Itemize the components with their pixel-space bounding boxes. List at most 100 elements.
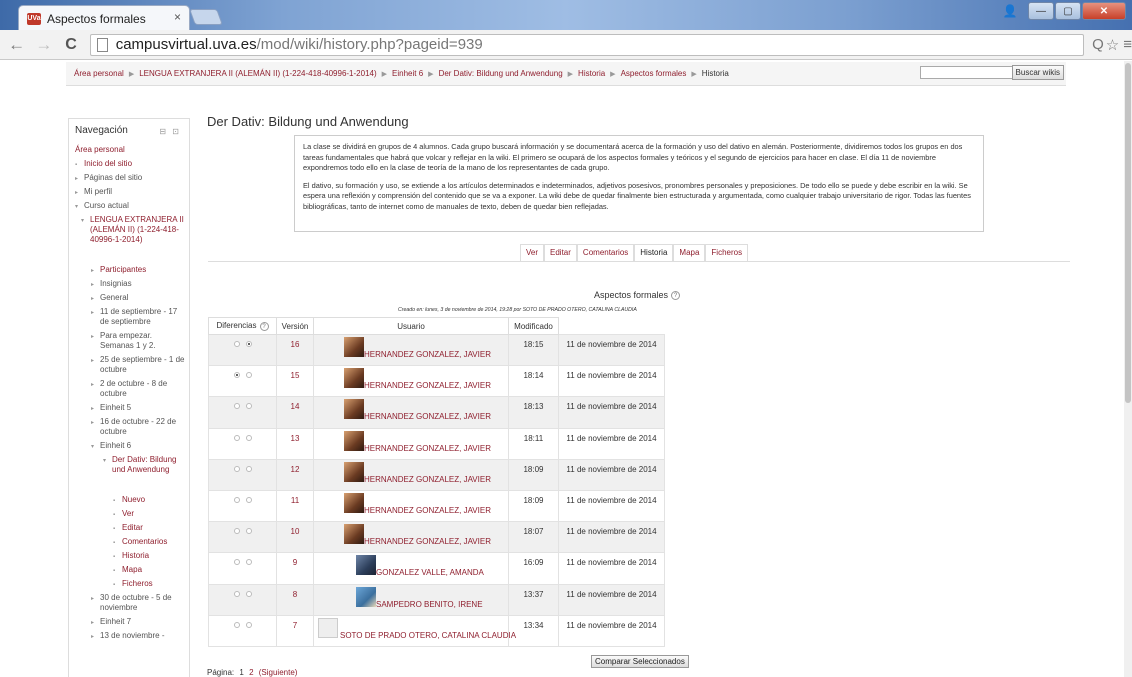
- modified-date: 11 de noviembre de 2014: [558, 583, 665, 616]
- user-link[interactable]: HERNANDEZ GONZALEZ, JAVIER: [364, 444, 491, 453]
- history-header-row: Diferencias? Versión Usuario Modificado: [208, 317, 665, 335]
- avatar[interactable]: [344, 368, 364, 389]
- search-wikis-button[interactable]: Buscar wikis: [1011, 65, 1064, 80]
- version-link[interactable]: 16: [276, 333, 314, 367]
- close-window-icon[interactable]: ✕: [1082, 2, 1126, 20]
- compare-to-radio[interactable]: [245, 465, 252, 472]
- breadcrumb-item[interactable]: Historia: [578, 69, 605, 78]
- tab-editar[interactable]: Editar: [544, 244, 577, 262]
- compare-from-radio[interactable]: [233, 590, 240, 597]
- tab-comentarios[interactable]: Comentarios: [576, 244, 635, 262]
- user-link[interactable]: HERNANDEZ GONZALEZ, JAVIER: [364, 506, 491, 515]
- breadcrumb-item[interactable]: Área personal: [74, 69, 124, 78]
- back-icon[interactable]: ←: [6, 35, 27, 55]
- compare-to-radio[interactable]: [245, 621, 252, 628]
- tab-ficheros[interactable]: Ficheros: [705, 244, 749, 262]
- version-link[interactable]: 8: [276, 583, 314, 616]
- bullet-icon: ▪: [113, 554, 116, 560]
- header-date: [559, 318, 665, 335]
- bullet-icon: ▪: [113, 568, 116, 574]
- browser-tab[interactable]: UVa Aspectos formales ×: [18, 5, 190, 31]
- user-link[interactable]: HERNANDEZ GONZALEZ, JAVIER: [364, 475, 491, 484]
- tab-close-icon[interactable]: ×: [174, 10, 181, 24]
- compare-to-radio[interactable]: [245, 590, 252, 597]
- user-link[interactable]: HERNANDEZ GONZALEZ, JAVIER: [364, 350, 491, 359]
- version-link[interactable]: 7: [276, 614, 314, 647]
- user-cell: HERNANDEZ GONZALEZ, JAVIER: [313, 365, 509, 398]
- user-link[interactable]: HERNANDEZ GONZALEZ, JAVIER: [364, 412, 491, 421]
- intro-paragraph-1: La clase se dividirá en grupos de 4 alum…: [303, 142, 963, 172]
- expanded-icon: ▾: [75, 204, 79, 210]
- tab-mapa[interactable]: Mapa: [673, 244, 706, 262]
- history-table: Diferencias? Versión Usuario Modificado …: [208, 317, 665, 647]
- user-link[interactable]: SAMPEDRO BENITO, IRENE: [376, 600, 483, 609]
- version-link[interactable]: 14: [276, 396, 314, 429]
- avatar[interactable]: [344, 337, 364, 357]
- compare-from-radio[interactable]: [233, 496, 240, 503]
- compare-to-radio[interactable]: [245, 528, 252, 535]
- compare-selected-button[interactable]: Comparar Seleccionados: [591, 655, 689, 668]
- tab-ver[interactable]: Ver: [520, 244, 545, 262]
- version-link[interactable]: 11: [276, 489, 314, 523]
- compare-to-radio[interactable]: [245, 341, 252, 347]
- avatar[interactable]: [344, 430, 364, 451]
- version-link[interactable]: 13: [276, 427, 314, 460]
- collapsed-icon: ▸: [91, 382, 95, 388]
- compare-to-radio[interactable]: [245, 496, 252, 503]
- maximize-icon[interactable]: ▢: [1055, 2, 1081, 20]
- next-page-link[interactable]: (Siguiente): [259, 668, 298, 677]
- breadcrumb-item[interactable]: Aspectos formales: [621, 69, 687, 78]
- new-tab-button[interactable]: [189, 9, 223, 25]
- block-controls-icon[interactable]: ⊟ ⊡: [159, 127, 181, 136]
- modified-time: 18:13: [508, 396, 559, 429]
- user-link[interactable]: HERNANDEZ GONZALEZ, JAVIER: [364, 381, 491, 390]
- compare-from-radio[interactable]: [233, 341, 240, 347]
- compare-to-radio[interactable]: [245, 372, 252, 379]
- breadcrumb-item[interactable]: Der Dativ: Bildung und Anwendung: [439, 69, 563, 78]
- avatar[interactable]: [344, 524, 364, 545]
- tab-historia[interactable]: Historia: [634, 244, 674, 262]
- version-link[interactable]: 10: [276, 521, 314, 554]
- reload-icon[interactable]: C: [60, 36, 81, 54]
- compare-to-radio[interactable]: [245, 434, 252, 441]
- compare-from-radio[interactable]: [233, 372, 240, 379]
- forward-icon[interactable]: →: [33, 35, 54, 55]
- compare-from-radio[interactable]: [233, 559, 240, 566]
- help-icon[interactable]: ?: [671, 291, 681, 301]
- address-bar[interactable]: campusvirtual.uva.es/mod/wiki/history.ph…: [89, 33, 1085, 56]
- bookmark-star-icon[interactable]: ☆: [1106, 36, 1119, 54]
- user-icon[interactable]: 👤: [997, 2, 1023, 20]
- minimize-icon[interactable]: —: [1028, 2, 1054, 20]
- avatar[interactable]: [344, 399, 364, 420]
- avatar[interactable]: [356, 555, 376, 576]
- version-link[interactable]: 12: [276, 458, 314, 491]
- avatar[interactable]: [356, 586, 376, 607]
- avatar[interactable]: [344, 492, 364, 513]
- user-link[interactable]: SOTO DE PRADO OTERO, CATALINA CLAUDIA: [340, 631, 516, 640]
- help-icon[interactable]: ?: [259, 321, 269, 331]
- scrollbar-thumb[interactable]: [1125, 63, 1131, 403]
- user-link[interactable]: GONZALEZ VALLE, AMANDA: [376, 568, 484, 577]
- avatar[interactable]: [344, 461, 364, 482]
- compare-from-radio[interactable]: [233, 403, 240, 410]
- compare-to-radio[interactable]: [245, 559, 252, 566]
- version-link[interactable]: 15: [276, 365, 314, 398]
- compare-from-radio[interactable]: [233, 621, 240, 628]
- compare-to-radio[interactable]: [245, 403, 252, 410]
- avatar[interactable]: [318, 617, 338, 638]
- breadcrumb-item[interactable]: Einheit 6: [392, 69, 423, 78]
- version-link[interactable]: 9: [276, 552, 314, 585]
- compare-from-radio[interactable]: [233, 528, 240, 535]
- user-link[interactable]: HERNANDEZ GONZALEZ, JAVIER: [364, 537, 491, 546]
- compare-from-radio[interactable]: [233, 434, 240, 441]
- wiki-search-input[interactable]: [920, 66, 1016, 79]
- breadcrumb-item[interactable]: LENGUA EXTRANJERA II (ALEMÁN II) (1-224-…: [139, 69, 376, 78]
- zoom-icon[interactable]: Q: [1092, 36, 1104, 53]
- sidebar-item-label: Historia: [122, 551, 150, 560]
- sidebar-item-label: 13 de noviembre -: [100, 631, 165, 640]
- compare-from-radio[interactable]: [233, 465, 240, 472]
- page-2-link[interactable]: 2: [249, 668, 253, 677]
- browser-menu-icon[interactable]: ≡: [1123, 36, 1132, 53]
- page-scrollbar[interactable]: [1124, 61, 1132, 677]
- sidebar-item-label: Participantes: [100, 265, 147, 274]
